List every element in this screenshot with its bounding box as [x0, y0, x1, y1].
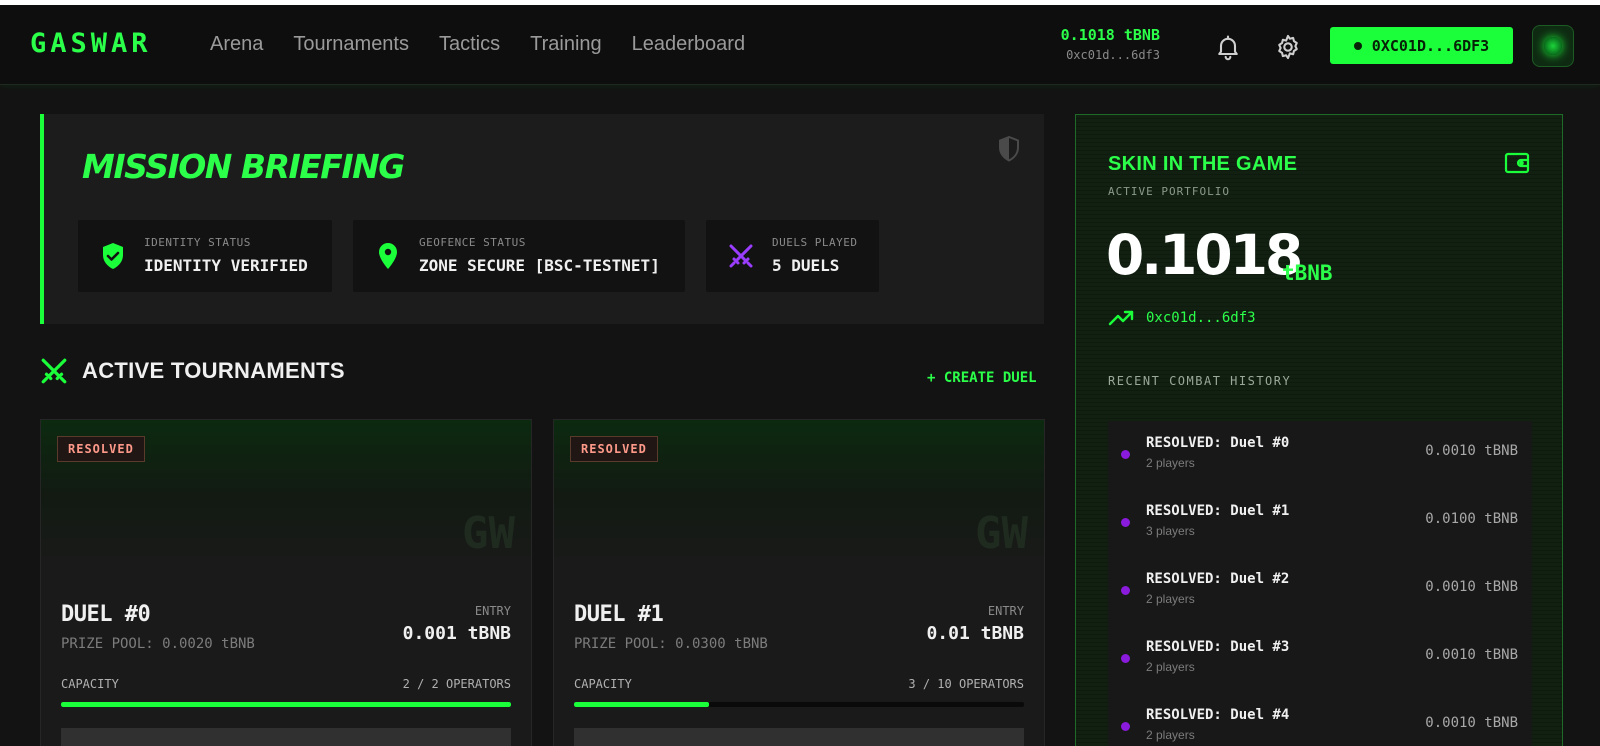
tournaments-heading: ACTIVE TOURNAMENTS	[40, 357, 345, 385]
create-duel-button[interactable]: + CREATE DUEL	[927, 370, 1037, 386]
crossed-swords-icon	[729, 244, 753, 268]
nav-tournaments[interactable]: Tournaments	[293, 33, 409, 56]
card-watermark: GW	[462, 508, 515, 559]
history-title: RESOLVED: Duel #4	[1146, 707, 1290, 723]
history-title: RESOLVED: Duel #3	[1146, 639, 1290, 655]
card-action-button[interactable]	[61, 728, 511, 746]
combat-history-list: RESOLVED: Duel #0 2 players 0.0010 tBNB …	[1108, 421, 1532, 746]
entry-fee: 0.01 tBNB	[926, 623, 1024, 644]
history-item[interactable]: RESOLVED: Duel #1 3 players 0.0100 tBNB	[1108, 489, 1532, 557]
logo[interactable]: GASWAR	[30, 28, 152, 59]
top-navbar: GASWAR Arena Tournaments Tactics Trainin…	[0, 5, 1600, 85]
status-badge: RESOLVED	[570, 436, 658, 462]
portfolio-title: SKIN IN THE GAME	[1108, 153, 1298, 175]
crossed-swords-icon	[41, 358, 67, 384]
stat-label: GEOFENCE STATUS	[419, 236, 526, 249]
trending-up-icon	[1108, 310, 1134, 326]
map-pin-icon	[379, 243, 397, 269]
bell-icon[interactable]	[1214, 33, 1242, 61]
capacity-value: 2 / 2 OPERATORS	[402, 677, 511, 691]
portfolio-unit: tBNB	[1282, 261, 1333, 285]
status-badge: RESOLVED	[57, 436, 145, 462]
identity-status-card: IDENTITY STATUS IDENTITY VERIFIED	[78, 220, 332, 292]
avatar-glow	[1544, 37, 1562, 55]
shield-half-icon	[999, 136, 1019, 162]
history-players: 2 players	[1146, 728, 1195, 742]
history-item[interactable]: RESOLVED: Duel #3 2 players 0.0010 tBNB	[1108, 625, 1532, 693]
header-balance-amount: 0.1018 tBNB	[1060, 26, 1160, 44]
stat-label: DUELS PLAYED	[772, 236, 858, 249]
wallet-status-dot	[1353, 41, 1362, 50]
capacity-label: CAPACITY	[61, 677, 119, 691]
card-watermark: GW	[975, 508, 1028, 559]
history-amount: 0.0100 tBNB	[1425, 511, 1518, 527]
capacity-bar	[61, 702, 511, 707]
history-title: RESOLVED: Duel #0	[1146, 435, 1290, 451]
main-nav: Arena Tournaments Tactics Training Leade…	[210, 33, 745, 56]
nav-tactics[interactable]: Tactics	[439, 33, 500, 56]
nav-leaderboard[interactable]: Leaderboard	[632, 33, 745, 56]
history-title: RESOLVED: Duel #2	[1146, 571, 1290, 587]
history-item[interactable]: RESOLVED: Duel #0 2 players 0.0010 tBNB	[1108, 421, 1532, 489]
entry-label: ENTRY	[987, 604, 1024, 618]
nav-arena[interactable]: Arena	[210, 33, 263, 56]
history-title: RESOLVED: Duel #1	[1146, 503, 1290, 519]
stat-label: IDENTITY STATUS	[144, 236, 251, 249]
history-players: 3 players	[1146, 524, 1195, 538]
portfolio-trend: 0xc01d...6df3	[1108, 309, 1256, 327]
wallet-icon[interactable]	[1504, 151, 1530, 175]
history-item[interactable]: RESOLVED: Duel #4 2 players 0.0010 tBNB	[1108, 693, 1532, 746]
entry-label: ENTRY	[474, 604, 511, 618]
history-amount: 0.0010 tBNB	[1425, 647, 1518, 663]
history-dot	[1121, 654, 1130, 663]
history-amount: 0.0010 tBNB	[1425, 443, 1518, 459]
stat-value: 5 DUELS	[772, 256, 840, 275]
shield-check-icon	[103, 243, 123, 269]
duel-name: DUEL #0	[61, 602, 151, 627]
tournaments-title: ACTIVE TOURNAMENTS	[82, 358, 345, 383]
stat-value: IDENTITY VERIFIED	[144, 256, 308, 275]
header-balance: 0.1018 tBNB 0xc01d...6df3	[1060, 26, 1160, 62]
entry-fee: 0.001 tBNB	[402, 623, 511, 644]
portfolio-address: 0xc01d...6df3	[1146, 310, 1256, 326]
portfolio-subtitle: ACTIVE PORTFOLIO	[1108, 185, 1230, 198]
wallet-button-label: 0XC01D...6DF3	[1371, 36, 1490, 55]
capacity-value: 3 / 10 OPERATORS	[908, 677, 1024, 691]
duel-card-0[interactable]: RESOLVED GW DUEL #0 PRIZE POOL: 0.0020 t…	[40, 419, 532, 746]
avatar[interactable]	[1532, 25, 1574, 67]
nav-training[interactable]: Training	[530, 33, 602, 56]
history-dot	[1121, 586, 1130, 595]
portfolio-balance: 0.1018	[1106, 223, 1303, 287]
history-players: 2 players	[1146, 456, 1195, 470]
geofence-status-card: GEOFENCE STATUS ZONE SECURE [BSC-TESTNET…	[353, 220, 685, 292]
header-balance-address: 0xc01d...6df3	[1066, 48, 1160, 62]
card-action-button[interactable]	[574, 728, 1024, 746]
history-players: 2 players	[1146, 660, 1195, 674]
prize-pool: PRIZE POOL: 0.0020 tBNB	[61, 636, 255, 652]
duel-card-1[interactable]: RESOLVED GW DUEL #1 PRIZE POOL: 0.0300 t…	[553, 419, 1045, 746]
history-players: 2 players	[1146, 592, 1195, 606]
wallet-connect-button[interactable]: 0XC01D...6DF3	[1330, 27, 1513, 64]
capacity-bar-fill	[61, 702, 511, 707]
capacity-bar-fill	[574, 702, 709, 707]
duels-played-card: DUELS PLAYED 5 DUELS	[706, 220, 879, 292]
prize-pool: PRIZE POOL: 0.0300 tBNB	[574, 636, 768, 652]
mission-title: MISSION BRIEFING	[82, 147, 405, 186]
history-label: RECENT COMBAT HISTORY	[1108, 374, 1292, 388]
history-amount: 0.0010 tBNB	[1425, 579, 1518, 595]
duel-name: DUEL #1	[574, 602, 664, 627]
portfolio-panel: SKIN IN THE GAME ACTIVE PORTFOLIO 0.1018…	[1075, 114, 1563, 746]
mission-briefing-panel: MISSION BRIEFING IDENTITY STATUS IDENTIT…	[40, 114, 1044, 324]
history-dot	[1121, 722, 1130, 731]
capacity-bar	[574, 702, 1024, 707]
capacity-label: CAPACITY	[574, 677, 632, 691]
history-amount: 0.0010 tBNB	[1425, 715, 1518, 731]
gear-icon[interactable]	[1274, 33, 1302, 61]
stat-value: ZONE SECURE [BSC-TESTNET]	[419, 256, 660, 275]
history-dot	[1121, 450, 1130, 459]
history-item[interactable]: RESOLVED: Duel #2 2 players 0.0010 tBNB	[1108, 557, 1532, 625]
history-dot	[1121, 518, 1130, 527]
